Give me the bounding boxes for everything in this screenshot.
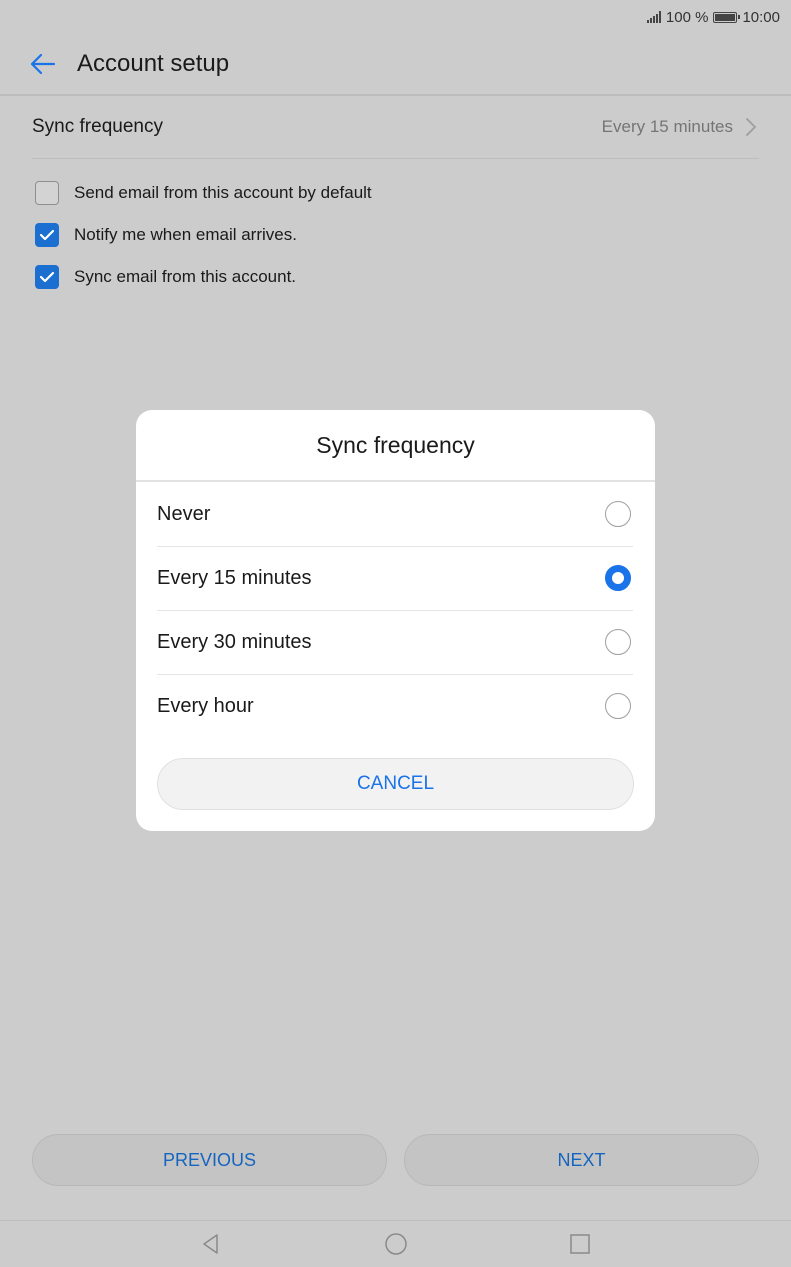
radio-button[interactable] bbox=[605, 629, 631, 655]
option-every-15-minutes[interactable]: Every 15 minutes bbox=[157, 546, 633, 611]
sync-email-label: Sync email from this account. bbox=[74, 267, 297, 286]
radio-button[interactable] bbox=[605, 501, 631, 527]
sync-frequency-label: Sync frequency bbox=[32, 116, 163, 137]
nav-recents-icon[interactable] bbox=[568, 1232, 592, 1256]
page-title: Account setup bbox=[77, 50, 230, 77]
radio-button[interactable] bbox=[605, 693, 631, 719]
option-every-30-minutes[interactable]: Every 30 minutes bbox=[157, 610, 633, 675]
nav-home-icon[interactable] bbox=[384, 1232, 408, 1256]
nav-back-icon[interactable] bbox=[199, 1232, 223, 1256]
cancel-button[interactable]: CANCEL bbox=[157, 758, 634, 810]
back-button[interactable] bbox=[22, 48, 62, 80]
system-nav-bar bbox=[0, 1220, 791, 1267]
sync-frequency-row[interactable]: Sync frequency Every 15 minutes bbox=[32, 96, 759, 159]
send-default-option[interactable]: Send email from this account by default bbox=[35, 180, 372, 206]
app-bar: Account setup bbox=[0, 34, 791, 96]
checkmark-icon bbox=[39, 271, 55, 283]
status-bar: 100 % 10:00 bbox=[0, 0, 791, 34]
notify-checkbox[interactable] bbox=[35, 223, 59, 247]
chevron-right-icon bbox=[746, 118, 756, 136]
option-label: Never bbox=[157, 503, 211, 525]
radio-button-selected[interactable] bbox=[605, 565, 631, 591]
option-label: Every hour bbox=[157, 695, 254, 717]
option-never[interactable]: Never bbox=[157, 482, 633, 547]
status-indicators: 100 % 10:00 bbox=[646, 7, 780, 27]
checkmark-icon bbox=[39, 229, 55, 241]
back-arrow-icon bbox=[30, 53, 56, 75]
battery-percent: 100 % bbox=[665, 8, 709, 26]
signal-icon bbox=[646, 11, 661, 23]
previous-button[interactable]: PREVIOUS bbox=[32, 1134, 387, 1186]
sync-email-checkbox[interactable] bbox=[35, 265, 59, 289]
sync-frequency-value: Every 15 minutes bbox=[601, 117, 733, 136]
send-default-label: Send email from this account by default bbox=[74, 183, 372, 202]
next-button[interactable]: NEXT bbox=[404, 1134, 759, 1186]
option-label: Every 30 minutes bbox=[157, 631, 312, 653]
clock: 10:00 bbox=[742, 8, 780, 26]
sync-email-option[interactable]: Sync email from this account. bbox=[35, 264, 296, 290]
sync-frequency-dialog: Sync frequency Never Every 15 minutes Ev… bbox=[136, 410, 655, 831]
notify-option[interactable]: Notify me when email arrives. bbox=[35, 222, 297, 248]
option-every-hour[interactable]: Every hour bbox=[157, 674, 633, 738]
dialog-title: Sync frequency bbox=[136, 410, 655, 482]
option-label: Every 15 minutes bbox=[157, 567, 312, 589]
battery-icon bbox=[713, 11, 741, 23]
send-default-checkbox[interactable] bbox=[35, 181, 59, 205]
notify-label: Notify me when email arrives. bbox=[74, 225, 297, 244]
